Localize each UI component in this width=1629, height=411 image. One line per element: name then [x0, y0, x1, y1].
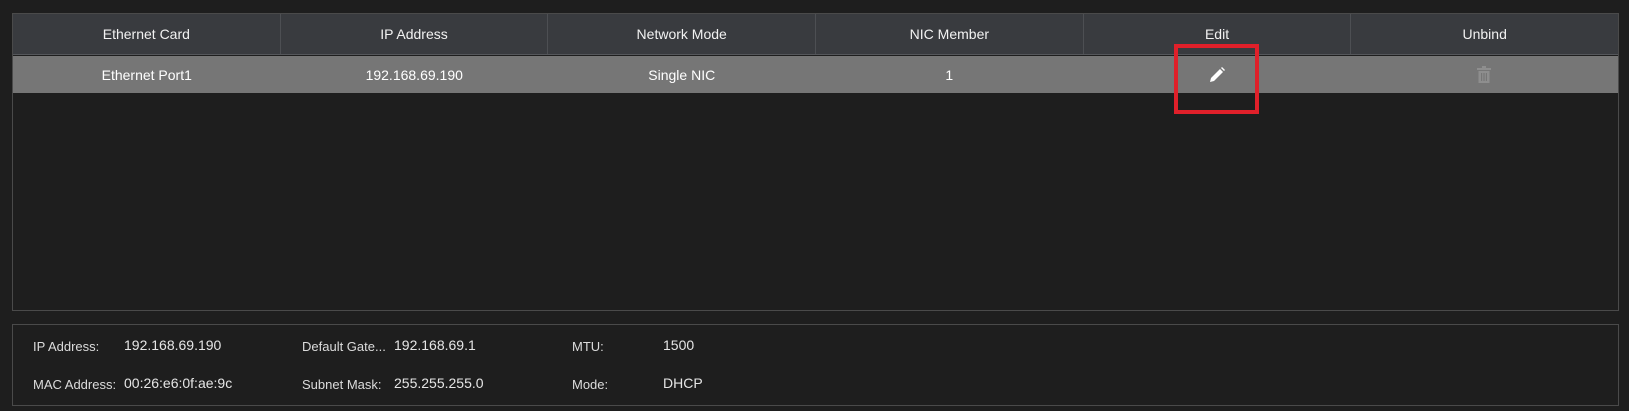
- mode-label: Mode:: [572, 377, 609, 392]
- column-header-network-mode: Network Mode: [548, 14, 817, 54]
- ethernet-card-table: Ethernet Card IP Address Network Mode NI…: [12, 13, 1619, 311]
- mtu-value: 1500: [663, 337, 695, 353]
- unbind-button[interactable]: [1472, 63, 1496, 87]
- cell-network-mode: Single NIC: [648, 66, 716, 83]
- cell-edit: [1083, 56, 1351, 93]
- mac-address-label: MAC Address:: [33, 377, 117, 392]
- default-gateway-value: 192.168.69.1: [394, 337, 476, 353]
- column-header-unbind: Unbind: [1462, 26, 1507, 42]
- edit-button[interactable]: [1205, 63, 1229, 87]
- ip-address-label: IP Address:: [33, 339, 100, 354]
- table-header: Ethernet Card IP Address Network Mode NI…: [13, 14, 1618, 55]
- network-details-panel: IP Address: 192.168.69.190 MAC Address: …: [12, 324, 1619, 406]
- ip-address-value: 192.168.69.190: [124, 337, 222, 353]
- mtu-label: MTU:: [572, 339, 604, 354]
- mode-value: DHCP: [663, 375, 703, 391]
- column-header-nic-member: NIC Member: [816, 14, 1084, 54]
- column-header-ip-address: IP Address: [281, 14, 549, 54]
- mac-address-value: 00:26:e6:0f:ae:9c: [124, 375, 233, 391]
- column-header-edit: Edit: [1084, 14, 1352, 54]
- column-header-ethernet-card: Ethernet Card: [13, 14, 281, 54]
- subnet-mask-label: Subnet Mask:: [302, 377, 382, 392]
- cell-unbind: [1351, 56, 1619, 93]
- trash-icon: [1477, 65, 1492, 83]
- table-row[interactable]: Ethernet Port1 192.168.69.190 Single NIC…: [13, 56, 1618, 93]
- default-gateway-label: Default Gate...: [302, 339, 386, 354]
- pencil-icon: [1209, 66, 1225, 82]
- subnet-mask-value: 255.255.255.0: [394, 375, 484, 391]
- cell-ip-address: 192.168.69.190: [365, 66, 463, 83]
- cell-nic-member: 1: [945, 66, 954, 83]
- cell-ethernet-card: Ethernet Port1: [101, 66, 192, 83]
